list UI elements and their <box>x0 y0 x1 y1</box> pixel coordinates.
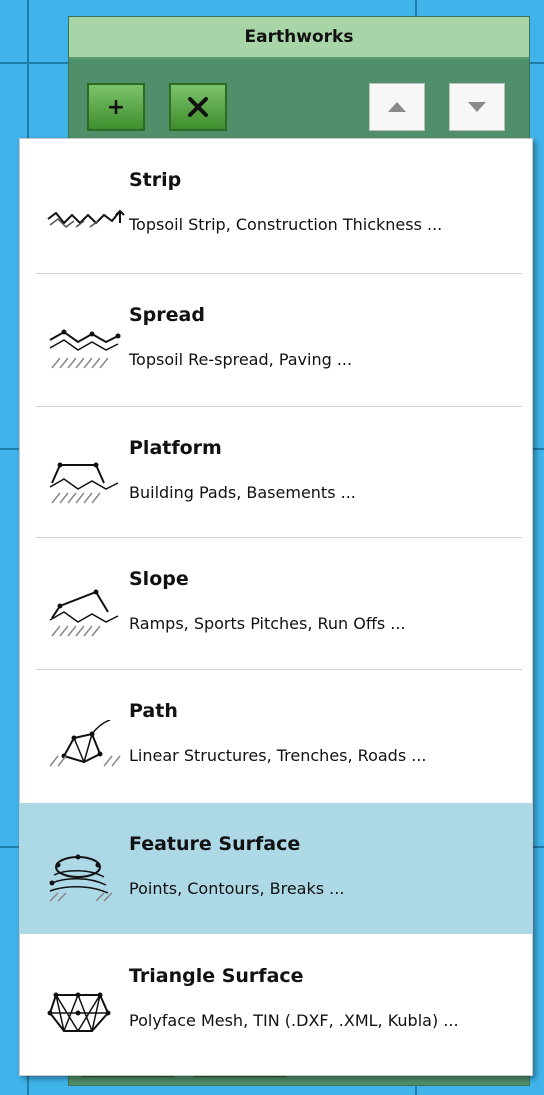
item-title: Spread <box>129 304 205 326</box>
panel-title: Earthworks <box>69 17 529 59</box>
item-description: Polyface Mesh, TIN (.DXF, .XML, Kubla) .… <box>129 1011 459 1030</box>
menu-item-path[interactable]: Path Linear Structures, Trenches, Roads … <box>20 670 532 801</box>
item-title: Strip <box>129 169 182 191</box>
move-up-button[interactable] <box>369 83 425 131</box>
item-title: Triangle Surface <box>129 965 304 987</box>
item-description: Building Pads, Basements ... <box>129 483 356 502</box>
move-down-button[interactable] <box>449 83 505 131</box>
spread-icon <box>49 329 121 369</box>
item-description: Linear Structures, Trenches, Roads ... <box>129 746 427 765</box>
slope-icon <box>49 589 119 637</box>
menu-item-triangle-surface[interactable]: Triangle Surface Polyface Mesh, TIN (.DX… <box>20 935 532 1066</box>
item-description: Topsoil Re-spread, Paving ... <box>129 350 353 369</box>
menu-item-platform[interactable]: Platform Building Pads, Basements ... <box>20 407 532 538</box>
item-title: Slope <box>129 568 189 590</box>
item-description: Topsoil Strip, Construction Thickness ..… <box>129 215 443 234</box>
item-title: Feature Surface <box>129 833 301 855</box>
plus-icon: + <box>106 94 126 120</box>
feature-surface-icon <box>49 854 113 902</box>
menu-item-spread[interactable]: Spread Topsoil Re-spread, Paving ... <box>20 274 532 405</box>
triangle-surface-icon <box>47 992 111 1032</box>
item-title: Path <box>129 700 178 722</box>
earthworks-type-menu: Strip Topsoil Strip, Construction Thickn… <box>19 138 533 1076</box>
menu-item-feature-surface[interactable]: Feature Surface Points, Contours, Breaks… <box>20 803 532 934</box>
item-title: Platform <box>129 437 222 459</box>
x-icon <box>188 97 208 117</box>
strip-icon <box>47 209 125 228</box>
path-icon <box>49 720 121 767</box>
item-description: Points, Contours, Breaks ... <box>129 879 345 898</box>
delete-button[interactable] <box>169 83 227 131</box>
arrow-up-icon <box>388 102 406 112</box>
platform-icon <box>49 462 119 504</box>
item-description: Ramps, Sports Pitches, Run Offs ... <box>129 614 406 633</box>
add-button[interactable]: + <box>87 83 145 131</box>
menu-item-slope[interactable]: Slope Ramps, Sports Pitches, Run Offs ..… <box>20 538 532 669</box>
arrow-down-icon <box>468 102 486 112</box>
menu-item-strip[interactable]: Strip Topsoil Strip, Construction Thickn… <box>20 139 532 270</box>
